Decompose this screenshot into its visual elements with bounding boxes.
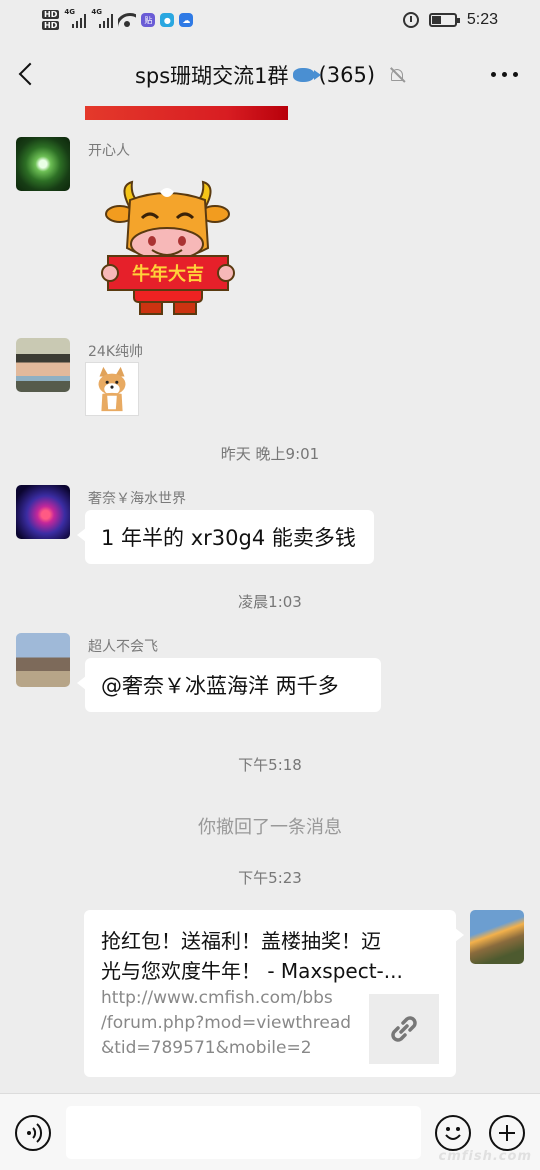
status-left: HD HD 4G 4G 贴 ● ☁ (42, 6, 194, 34)
ox-sticker[interactable]: 牛年大吉 (100, 178, 235, 323)
more-options-button[interactable] (491, 72, 518, 77)
voice-icon (27, 1123, 43, 1143)
bulb-app-icon: ● (160, 13, 175, 27)
hd-indicator: HD HD (42, 10, 60, 30)
emoji-button[interactable] (435, 1115, 471, 1151)
avatar-self[interactable] (470, 910, 524, 964)
fish-emoji-icon (292, 68, 321, 82)
signal-icon: 4G (64, 8, 87, 28)
watermark: cmfish.com (438, 1149, 532, 1164)
avatar[interactable] (16, 633, 70, 687)
signal-icon-2: 4G (91, 8, 114, 28)
smiley-icon (445, 1127, 461, 1140)
link-card-url: http://www.cmfish.com/bbs /forum.php?mod… (101, 988, 352, 1058)
app-notification-icon: 贴 (141, 13, 156, 27)
member-count: (365) (318, 63, 376, 87)
link-thumbnail (369, 994, 439, 1064)
sender-name: 超人不会飞 (88, 639, 158, 655)
sender-name: 开心人 (88, 143, 130, 159)
link-card-title: 抢红包！送福利！盖楼抽奖！迈 光与您欢度牛年！ - Maxspect-... (101, 929, 403, 983)
chat-header: sps珊瑚交流1群 (365) (0, 40, 540, 108)
battery-icon (428, 13, 460, 27)
more-functions-button[interactable] (489, 1115, 525, 1151)
message-timestamp: 下午5:18 (238, 756, 302, 774)
input-bar: cmfish.com (0, 1093, 540, 1170)
wifi-icon (118, 13, 137, 27)
link-card[interactable]: 抢红包！送福利！盖楼抽奖！迈 光与您欢度牛年！ - Maxspect-... h… (84, 910, 464, 1077)
avatar[interactable] (16, 338, 70, 392)
sticker-caption: 牛年大吉 (132, 263, 204, 285)
message-bubble[interactable]: @奢奈￥冰蓝海洋 两千多 (77, 658, 381, 712)
chat-title: sps珊瑚交流1群 (365) (0, 60, 540, 90)
status-time: 5:23 (466, 11, 498, 28)
message-bubble[interactable]: 1 年半的 xr30g4 能卖多钱 (77, 510, 374, 564)
cloud-app-icon: ☁ (179, 13, 194, 27)
status-bar: HD HD 4G 4G 贴 ● ☁ 5:23 (0, 0, 540, 40)
voice-input-button[interactable] (15, 1115, 51, 1151)
avatar[interactable] (16, 485, 70, 539)
alarm-icon (402, 12, 419, 28)
group-name: sps珊瑚交流1群 (134, 64, 289, 88)
chain-link-icon (391, 1016, 417, 1042)
sender-name: 24K纯帅 (88, 344, 143, 360)
message-timestamp: 凌晨1:03 (238, 593, 302, 611)
recalled-message-notice: 你撤回了一条消息 (198, 817, 342, 838)
shiba-image[interactable] (85, 362, 139, 416)
message-timestamp: 昨天 晚上9:01 (220, 445, 320, 463)
mute-bell-icon (389, 67, 405, 83)
message-input[interactable] (66, 1106, 421, 1159)
message-timestamp: 下午5:23 (238, 869, 302, 887)
red-packet-banner-partial (85, 106, 288, 120)
sender-name: 奢奈￥海水世界 (88, 491, 186, 507)
status-right: 5:23 (402, 8, 498, 32)
avatar[interactable] (16, 137, 70, 191)
